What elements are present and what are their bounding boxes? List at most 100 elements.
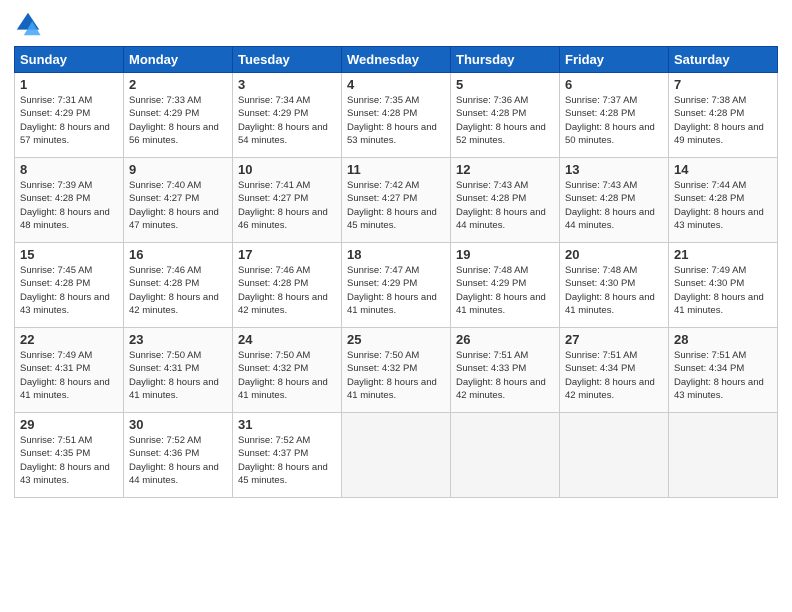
day-number: 30 — [129, 417, 227, 432]
calendar-cell: 22 Sunrise: 7:49 AM Sunset: 4:31 PM Dayl… — [15, 328, 124, 413]
calendar-cell — [342, 413, 451, 498]
day-info: Sunrise: 7:33 AM Sunset: 4:29 PM Dayligh… — [129, 94, 227, 147]
day-number: 21 — [674, 247, 772, 262]
day-info: Sunrise: 7:35 AM Sunset: 4:28 PM Dayligh… — [347, 94, 445, 147]
daylight-label: Daylight: 8 hours and 41 minutes. — [347, 377, 437, 401]
weekday-header-sunday: Sunday — [15, 47, 124, 73]
calendar-cell: 6 Sunrise: 7:37 AM Sunset: 4:28 PM Dayli… — [560, 73, 669, 158]
daylight-label: Daylight: 8 hours and 42 minutes. — [129, 292, 219, 316]
calendar-cell: 4 Sunrise: 7:35 AM Sunset: 4:28 PM Dayli… — [342, 73, 451, 158]
day-number: 23 — [129, 332, 227, 347]
weekday-header-tuesday: Tuesday — [233, 47, 342, 73]
sunrise-label: Sunrise: 7:31 AM — [20, 95, 92, 106]
day-info: Sunrise: 7:52 AM Sunset: 4:37 PM Dayligh… — [238, 434, 336, 487]
day-number: 25 — [347, 332, 445, 347]
sunrise-label: Sunrise: 7:50 AM — [347, 350, 419, 361]
sunrise-label: Sunrise: 7:50 AM — [129, 350, 201, 361]
calendar-cell — [669, 413, 778, 498]
calendar-week-1: 1 Sunrise: 7:31 AM Sunset: 4:29 PM Dayli… — [15, 73, 778, 158]
sunset-label: Sunset: 4:27 PM — [238, 193, 308, 204]
daylight-label: Daylight: 8 hours and 41 minutes. — [565, 292, 655, 316]
day-number: 27 — [565, 332, 663, 347]
sunrise-label: Sunrise: 7:49 AM — [20, 350, 92, 361]
day-info: Sunrise: 7:36 AM Sunset: 4:28 PM Dayligh… — [456, 94, 554, 147]
sunset-label: Sunset: 4:28 PM — [238, 278, 308, 289]
sunset-label: Sunset: 4:33 PM — [456, 363, 526, 374]
weekday-header-wednesday: Wednesday — [342, 47, 451, 73]
day-number: 9 — [129, 162, 227, 177]
sunrise-label: Sunrise: 7:48 AM — [456, 265, 528, 276]
sunrise-label: Sunrise: 7:43 AM — [565, 180, 637, 191]
daylight-label: Daylight: 8 hours and 50 minutes. — [565, 122, 655, 146]
calendar-cell: 21 Sunrise: 7:49 AM Sunset: 4:30 PM Dayl… — [669, 243, 778, 328]
daylight-label: Daylight: 8 hours and 49 minutes. — [674, 122, 764, 146]
sunrise-label: Sunrise: 7:33 AM — [129, 95, 201, 106]
day-info: Sunrise: 7:49 AM Sunset: 4:31 PM Dayligh… — [20, 349, 118, 402]
sunrise-label: Sunrise: 7:51 AM — [674, 350, 746, 361]
sunset-label: Sunset: 4:27 PM — [347, 193, 417, 204]
day-number: 29 — [20, 417, 118, 432]
calendar-cell: 7 Sunrise: 7:38 AM Sunset: 4:28 PM Dayli… — [669, 73, 778, 158]
day-info: Sunrise: 7:51 AM Sunset: 4:35 PM Dayligh… — [20, 434, 118, 487]
daylight-label: Daylight: 8 hours and 45 minutes. — [238, 462, 328, 486]
sunset-label: Sunset: 4:29 PM — [20, 108, 90, 119]
daylight-label: Daylight: 8 hours and 41 minutes. — [20, 377, 110, 401]
calendar-cell: 1 Sunrise: 7:31 AM Sunset: 4:29 PM Dayli… — [15, 73, 124, 158]
day-info: Sunrise: 7:49 AM Sunset: 4:30 PM Dayligh… — [674, 264, 772, 317]
weekday-header-thursday: Thursday — [451, 47, 560, 73]
calendar-cell: 8 Sunrise: 7:39 AM Sunset: 4:28 PM Dayli… — [15, 158, 124, 243]
sunset-label: Sunset: 4:36 PM — [129, 448, 199, 459]
calendar-cell: 30 Sunrise: 7:52 AM Sunset: 4:36 PM Dayl… — [124, 413, 233, 498]
sunset-label: Sunset: 4:28 PM — [347, 108, 417, 119]
sunset-label: Sunset: 4:28 PM — [20, 278, 90, 289]
day-number: 15 — [20, 247, 118, 262]
sunrise-label: Sunrise: 7:47 AM — [347, 265, 419, 276]
daylight-label: Daylight: 8 hours and 54 minutes. — [238, 122, 328, 146]
sunrise-label: Sunrise: 7:48 AM — [565, 265, 637, 276]
sunrise-label: Sunrise: 7:41 AM — [238, 180, 310, 191]
calendar-cell: 17 Sunrise: 7:46 AM Sunset: 4:28 PM Dayl… — [233, 243, 342, 328]
sunrise-label: Sunrise: 7:45 AM — [20, 265, 92, 276]
calendar-cell: 12 Sunrise: 7:43 AM Sunset: 4:28 PM Dayl… — [451, 158, 560, 243]
calendar-cell: 23 Sunrise: 7:50 AM Sunset: 4:31 PM Dayl… — [124, 328, 233, 413]
day-info: Sunrise: 7:52 AM Sunset: 4:36 PM Dayligh… — [129, 434, 227, 487]
calendar-cell: 13 Sunrise: 7:43 AM Sunset: 4:28 PM Dayl… — [560, 158, 669, 243]
calendar-cell — [451, 413, 560, 498]
day-number: 13 — [565, 162, 663, 177]
sunset-label: Sunset: 4:29 PM — [456, 278, 526, 289]
sunset-label: Sunset: 4:30 PM — [674, 278, 744, 289]
sunrise-label: Sunrise: 7:51 AM — [456, 350, 528, 361]
sunrise-label: Sunrise: 7:50 AM — [238, 350, 310, 361]
calendar-cell: 10 Sunrise: 7:41 AM Sunset: 4:27 PM Dayl… — [233, 158, 342, 243]
calendar-cell: 16 Sunrise: 7:46 AM Sunset: 4:28 PM Dayl… — [124, 243, 233, 328]
day-info: Sunrise: 7:46 AM Sunset: 4:28 PM Dayligh… — [238, 264, 336, 317]
sunrise-label: Sunrise: 7:40 AM — [129, 180, 201, 191]
day-number: 4 — [347, 77, 445, 92]
calendar-cell: 20 Sunrise: 7:48 AM Sunset: 4:30 PM Dayl… — [560, 243, 669, 328]
day-info: Sunrise: 7:37 AM Sunset: 4:28 PM Dayligh… — [565, 94, 663, 147]
daylight-label: Daylight: 8 hours and 43 minutes. — [20, 292, 110, 316]
calendar-cell: 19 Sunrise: 7:48 AM Sunset: 4:29 PM Dayl… — [451, 243, 560, 328]
daylight-label: Daylight: 8 hours and 42 minutes. — [456, 377, 546, 401]
calendar-cell: 15 Sunrise: 7:45 AM Sunset: 4:28 PM Dayl… — [15, 243, 124, 328]
day-number: 20 — [565, 247, 663, 262]
calendar-cell: 3 Sunrise: 7:34 AM Sunset: 4:29 PM Dayli… — [233, 73, 342, 158]
daylight-label: Daylight: 8 hours and 44 minutes. — [129, 462, 219, 486]
day-info: Sunrise: 7:50 AM Sunset: 4:32 PM Dayligh… — [347, 349, 445, 402]
sunset-label: Sunset: 4:37 PM — [238, 448, 308, 459]
daylight-label: Daylight: 8 hours and 41 minutes. — [129, 377, 219, 401]
calendar-cell: 26 Sunrise: 7:51 AM Sunset: 4:33 PM Dayl… — [451, 328, 560, 413]
daylight-label: Daylight: 8 hours and 41 minutes. — [347, 292, 437, 316]
calendar-cell — [560, 413, 669, 498]
logo — [14, 10, 46, 38]
day-number: 17 — [238, 247, 336, 262]
day-info: Sunrise: 7:45 AM Sunset: 4:28 PM Dayligh… — [20, 264, 118, 317]
day-info: Sunrise: 7:50 AM Sunset: 4:31 PM Dayligh… — [129, 349, 227, 402]
sunset-label: Sunset: 4:29 PM — [129, 108, 199, 119]
day-info: Sunrise: 7:46 AM Sunset: 4:28 PM Dayligh… — [129, 264, 227, 317]
calendar-cell: 24 Sunrise: 7:50 AM Sunset: 4:32 PM Dayl… — [233, 328, 342, 413]
sunrise-label: Sunrise: 7:36 AM — [456, 95, 528, 106]
daylight-label: Daylight: 8 hours and 43 minutes. — [674, 207, 764, 231]
daylight-label: Daylight: 8 hours and 45 minutes. — [347, 207, 437, 231]
daylight-label: Daylight: 8 hours and 43 minutes. — [674, 377, 764, 401]
